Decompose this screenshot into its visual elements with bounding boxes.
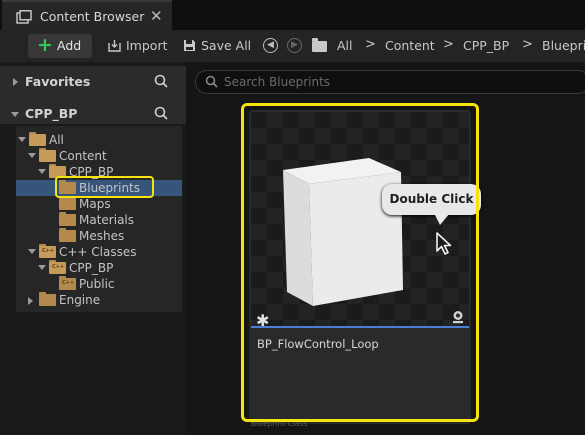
import-button[interactable]: Import — [108, 37, 168, 57]
tree-item-blueprints[interactable]: Blueprints — [16, 180, 182, 196]
tab-title: Content Browser — [40, 9, 145, 24]
folder-icon — [59, 180, 76, 194]
tree-item-label: CPP_BP — [69, 261, 114, 275]
close-icon[interactable]: ✕ — [150, 7, 163, 25]
double-click-callout: Double Click — [382, 184, 481, 225]
search-input[interactable] — [224, 73, 574, 91]
asset-type-label: Blueprint Class — [251, 419, 308, 428]
folder-icon — [59, 212, 76, 226]
folder-icon — [59, 196, 76, 210]
search-bar[interactable] — [195, 70, 585, 94]
asset-view: ✱ BP_FlowControl_Loop Double Click Bluep… — [187, 62, 585, 435]
tree-item-engine[interactable]: Engine — [16, 292, 182, 308]
search-icon — [205, 75, 218, 88]
breadcrumb-separator: > — [443, 37, 454, 52]
chevron-right-icon[interactable] — [28, 297, 33, 305]
project-label: CPP_BP — [25, 106, 78, 121]
tree-item-label: C++ Classes — [59, 245, 137, 259]
add-button-label: Add — [57, 38, 82, 53]
tree-item-label: All — [49, 133, 64, 147]
breadcrumb-content[interactable]: Content — [385, 38, 435, 53]
tree-item-cpp-bp[interactable]: CPP_BP — [16, 164, 182, 180]
breadcrumb-all[interactable]: All — [337, 38, 353, 53]
chevron-down-icon — [11, 112, 19, 117]
tree-item-label: Meshes — [79, 229, 125, 243]
asset-tile[interactable]: ✱ BP_FlowControl_Loop Double Click — [249, 110, 481, 424]
tree-item-all[interactable]: All — [16, 132, 182, 148]
sources-panel: Favorites CPP_BP All Content CPP_BP Bluepri… — [0, 62, 186, 435]
tree-item-label: Maps — [79, 197, 111, 211]
tree-item-materials[interactable]: Materials — [16, 212, 182, 228]
blueprint-class-icon — [453, 311, 463, 324]
import-icon — [108, 40, 121, 52]
tree-item-c-classes[interactable]: C++ Classes — [16, 244, 182, 260]
tree-item-label: Content — [59, 149, 107, 163]
search-icon[interactable] — [154, 74, 168, 88]
breadcrumb-separator: > — [365, 37, 376, 52]
back-icon[interactable]: ◀ — [263, 38, 278, 53]
favorites-label: Favorites — [25, 74, 91, 89]
save-all-button-label: Save All — [201, 38, 252, 53]
import-button-label: Import — [126, 38, 168, 53]
asset-type-color-bar — [251, 326, 469, 328]
tree-item-label: Blueprints — [79, 181, 141, 195]
breadcrumb-separator: > — [522, 37, 533, 52]
asterisk-icon: ✱ — [256, 311, 270, 326]
chevron-down-icon[interactable] — [28, 249, 36, 254]
folder-icon — [312, 38, 327, 52]
folder-icon — [59, 228, 76, 242]
callout-text: Double Click — [389, 192, 474, 206]
tree-item-label: Engine — [59, 293, 101, 307]
chevron-right-icon — [13, 78, 18, 86]
chevron-down-icon[interactable] — [18, 137, 26, 142]
folder-icon — [49, 164, 66, 178]
chevron-down-icon[interactable] — [38, 169, 46, 174]
breadcrumb-blueprints[interactable]: Blueprints — [542, 38, 585, 53]
asset-name: BP_FlowControl_Loop — [257, 337, 379, 351]
tab-bar: Content Browser ✕ — [0, 0, 585, 30]
forward-icon[interactable]: ▶ — [287, 38, 302, 53]
cpp-folder-icon — [39, 244, 56, 258]
tree-item-label: CPP_BP — [69, 165, 114, 179]
favorites-header[interactable]: Favorites — [0, 66, 186, 98]
plus-icon: + — [37, 34, 53, 56]
tree-item-public[interactable]: Public — [16, 276, 182, 292]
cpp-folder-icon — [59, 276, 76, 290]
folder-icon — [39, 292, 56, 306]
chevron-down-icon[interactable] — [38, 265, 46, 270]
cpp-folder-icon — [49, 260, 66, 274]
content-browser-icon — [16, 10, 32, 24]
folder-icon — [39, 148, 56, 162]
tree-item-label: Materials — [79, 213, 135, 227]
folder-icon — [29, 132, 46, 146]
tree-item-content[interactable]: Content — [16, 148, 182, 164]
tree-item-maps[interactable]: Maps — [16, 196, 182, 212]
tab-content-browser[interactable]: Content Browser ✕ — [2, 0, 172, 30]
folder-tree: All Content CPP_BP Blueprints Maps Materials M… — [0, 124, 186, 435]
tree-item-cpp-bp[interactable]: CPP_BP — [16, 260, 182, 276]
mouse-cursor-icon — [436, 232, 452, 255]
search-icon[interactable] — [154, 106, 168, 120]
chevron-down-icon[interactable] — [28, 153, 36, 158]
add-button[interactable]: + Add — [28, 34, 92, 58]
save-icon — [184, 40, 195, 51]
save-all-button[interactable]: Save All — [183, 37, 251, 57]
tree-item-meshes[interactable]: Meshes — [16, 228, 182, 244]
breadcrumb-cpp-bp[interactable]: CPP_BP — [463, 38, 509, 53]
tree-item-label: Public — [79, 277, 115, 291]
toolbar: + Add Import Save All ◀ ▶ All > Content … — [0, 30, 585, 62]
